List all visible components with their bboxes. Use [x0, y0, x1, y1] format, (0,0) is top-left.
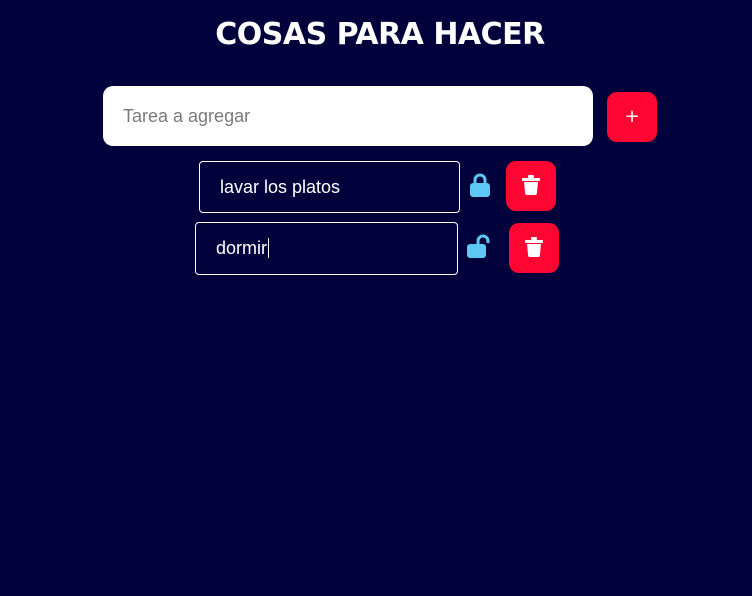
task-text-input[interactable] — [199, 161, 460, 213]
trash-icon — [522, 174, 540, 198]
new-task-input[interactable] — [103, 86, 593, 146]
text-cursor — [268, 238, 269, 258]
lock-closed-icon[interactable] — [470, 173, 490, 197]
lock-open-icon[interactable] — [467, 234, 493, 258]
delete-task-button[interactable] — [506, 161, 556, 211]
page-title: COSAS PARA HACER — [215, 17, 545, 52]
delete-task-button[interactable] — [509, 223, 559, 273]
task-text-input[interactable] — [195, 222, 458, 275]
add-task-button[interactable]: + — [607, 92, 657, 142]
trash-icon — [525, 236, 543, 260]
